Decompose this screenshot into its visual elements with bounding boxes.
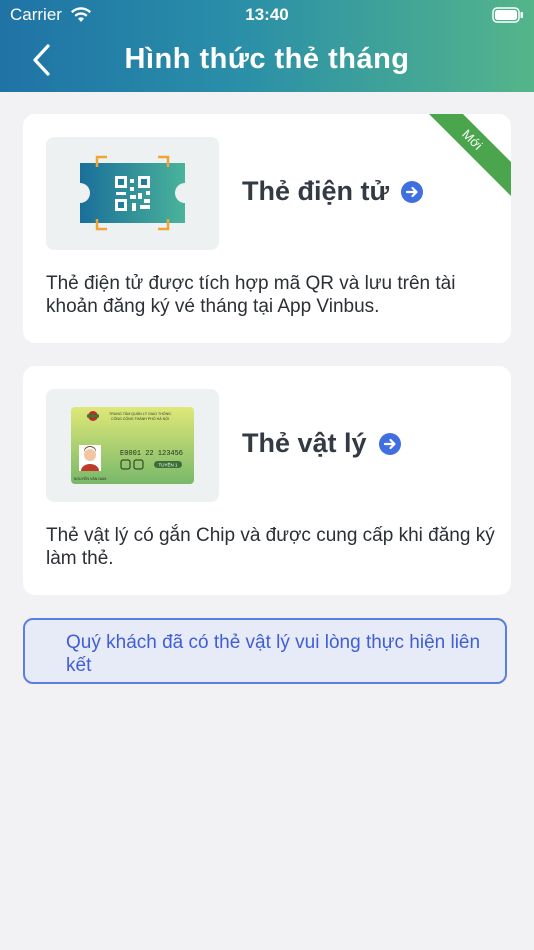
battery-icon <box>492 7 523 23</box>
arrow-right-circle-icon[interactable] <box>378 432 401 455</box>
card-header-line2: CÔNG CỘNG THÀNH PHỐ HÀ NỘI <box>111 416 169 421</box>
qr-ticket-icon <box>80 155 185 231</box>
card-holder-name: NGUYỄN VĂN NAM <box>74 476 107 481</box>
new-badge: Mới <box>410 114 511 202</box>
physical-card-title: Thẻ vật lý <box>242 428 401 459</box>
electronic-card-option[interactable]: Mới Thẻ điện tử Thẻ điện tử được tích hợ… <box>23 114 511 343</box>
electronic-card-title: Thẻ điện tử <box>242 176 424 207</box>
physical-card-option[interactable]: TRUNG TÂM QUẢN LÝ GIAO THÔNG CÔNG CỘNG T… <box>23 366 511 595</box>
status-time: 13:40 <box>245 5 289 24</box>
app-header: Carrier 13:40 Hình thức thẻ tháng <box>0 0 534 92</box>
card-number: E0001 22 123456 <box>120 450 183 458</box>
electronic-card-thumbnail <box>46 137 219 250</box>
electronic-card-description: Thẻ điện tử được tích hợp mã QR và lưu t… <box>46 273 456 317</box>
link-physical-card-notice[interactable]: Quý khách đã có thẻ vật lý vui lòng thực… <box>23 618 507 684</box>
status-bar: Carrier 13:40 <box>0 0 534 30</box>
page-title: Hình thức thẻ tháng <box>124 43 410 75</box>
card-header-line1: TRUNG TÂM QUẢN LÝ GIAO THÔNG <box>109 411 171 416</box>
arrow-right-circle-icon[interactable] <box>401 180 424 203</box>
physical-card-description: Thẻ vật lý có gắn Chip và được cung cấp … <box>46 525 495 569</box>
physical-card-title-text: Thẻ vật lý <box>242 428 367 458</box>
link-physical-card-notice-text: Quý khách đã có thẻ vật lý vui lòng thực… <box>66 632 481 676</box>
physical-card-image: TRUNG TÂM QUẢN LÝ GIAO THÔNG CÔNG CỘNG T… <box>71 407 194 484</box>
card-route: TUYẾN 1 <box>158 462 178 468</box>
electronic-card-title-text: Thẻ điện tử <box>242 176 390 206</box>
physical-card-thumbnail: TRUNG TÂM QUẢN LÝ GIAO THÔNG CÔNG CỘNG T… <box>46 389 219 502</box>
